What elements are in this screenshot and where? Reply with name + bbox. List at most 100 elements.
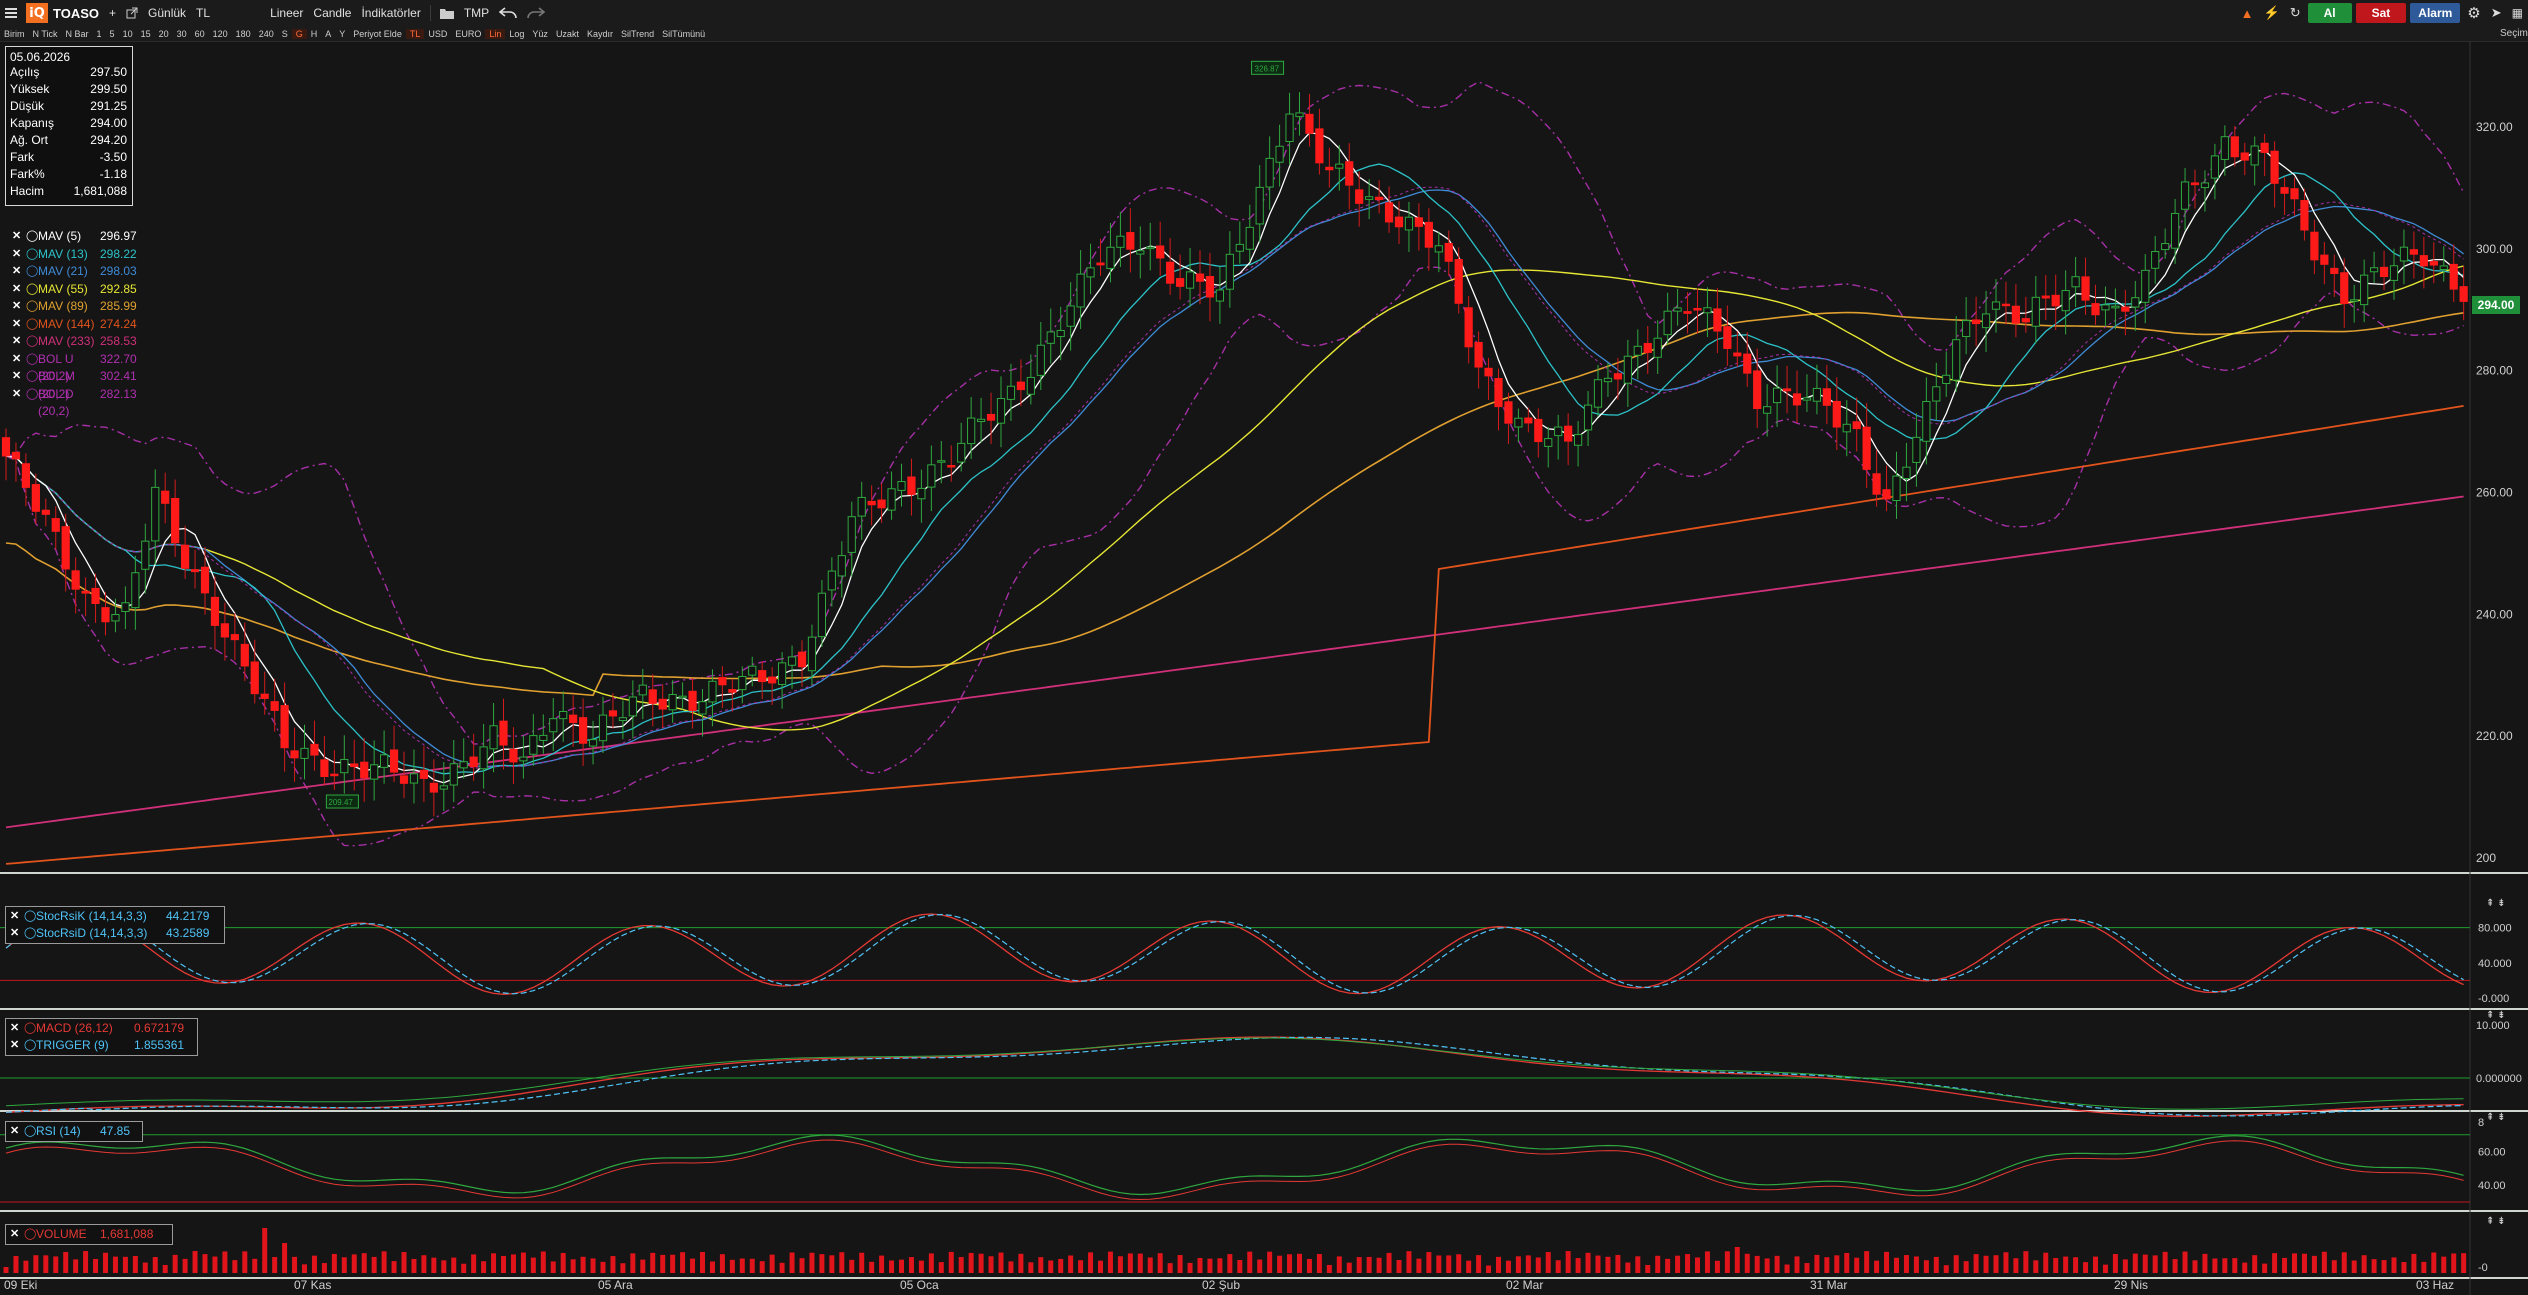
period-option[interactable]: SilTümünü [658,29,709,39]
candle-body [1404,216,1414,231]
period-option[interactable]: Y [335,29,349,39]
remove-icon[interactable]: ✕ [10,1020,24,1037]
period-option[interactable]: A [321,29,335,39]
chart-type-selector[interactable]: Candle [308,2,356,24]
settings-icon[interactable]: ◯ [26,263,38,281]
period-selector[interactable]: Günlük [143,2,191,24]
refresh-icon[interactable]: ↻ [2285,2,2306,24]
settings-icon[interactable]: ◯ [26,333,38,351]
period-option[interactable]: EURO [451,29,485,39]
external-link-icon[interactable] [121,2,143,24]
volume-bar [1744,1253,1750,1273]
settings-icon[interactable]: ◯ [26,316,38,334]
remove-icon[interactable]: ✕ [12,368,26,386]
period-option[interactable]: 1 [93,29,106,39]
settings-icon[interactable]: ◯ [24,1226,36,1243]
folder-icon[interactable] [435,2,459,24]
settings-icon[interactable]: ◯ [24,1037,36,1054]
period-option[interactable]: G [291,28,307,39]
remove-icon[interactable]: ✕ [10,1226,24,1243]
settings-icon[interactable]: ◯ [26,281,38,299]
remove-icon[interactable]: ✕ [12,298,26,316]
candle-body [738,676,747,691]
volume-bar [859,1252,865,1273]
buy-button[interactable]: Al [2307,3,2352,23]
period-option[interactable]: Uzakt [552,29,583,39]
period-option[interactable]: 5 [106,29,119,39]
share-icon[interactable]: ➤ [2486,2,2507,24]
period-option[interactable]: 30 [173,29,191,39]
candle-body [360,761,369,779]
period-option[interactable]: H [307,29,322,39]
settings-icon[interactable]: ◯ [26,368,38,386]
period-option[interactable]: N Tick [29,29,62,39]
settings-icon[interactable]: ◯ [24,1123,36,1140]
period-option[interactable]: S [278,29,292,39]
period-option[interactable]: 240 [255,29,278,39]
layout-icon[interactable]: ▦ [2507,2,2528,24]
remove-icon[interactable]: ✕ [10,1037,24,1054]
indicators-menu[interactable]: İndikatörler [356,2,425,24]
remove-icon[interactable]: ✕ [12,351,26,369]
period-option[interactable]: Periyot Elde [349,29,406,39]
remove-icon[interactable]: ✕ [12,333,26,351]
chart-canvas[interactable]: 320.00 300.00 280.00 260.00 240.00 220.00 200 3… [0,42,2528,1295]
remove-icon[interactable]: ✕ [12,246,26,264]
settings-icon[interactable]: ◯ [24,925,36,942]
gear-icon[interactable]: ⚙ [2462,2,2485,24]
settings-icon[interactable]: ◯ [24,908,36,925]
low-marker-label: 209.47 [328,798,353,807]
sell-button[interactable]: Sat [2355,3,2407,23]
volume-bar [2242,1262,2248,1273]
panel-scroll-icon: ⇞ ⇟ [2486,1216,2506,1227]
period-option[interactable]: SilTrend [617,29,658,39]
settings-icon[interactable]: ◯ [26,246,38,264]
redo-icon[interactable] [522,2,550,24]
period-option[interactable]: Log [505,29,528,39]
remove-icon[interactable]: ✕ [10,925,24,942]
settings-icon[interactable]: ◯ [26,298,38,316]
volume-bar [83,1251,89,1273]
selection-label[interactable]: Seçim [2500,28,2528,39]
period-option[interactable]: Kaydır [583,29,617,39]
period-option[interactable]: USD [424,29,451,39]
period-option[interactable]: Lin [485,28,506,39]
remove-icon[interactable]: ✕ [10,1123,24,1140]
remove-icon[interactable]: ✕ [12,386,26,404]
alarm-button[interactable]: Alarm [2410,3,2461,23]
info-label: Yüksek [10,82,50,96]
period-option[interactable]: 10 [119,29,137,39]
period-option[interactable]: Birim [0,29,29,39]
settings-icon[interactable]: ◯ [26,351,38,369]
period-option[interactable]: TL [405,28,425,39]
template-button[interactable]: TMP [459,2,494,24]
currency-selector[interactable]: TL [191,2,215,24]
lightning-icon[interactable]: ⚡ [2259,2,2285,24]
period-option[interactable]: Yüz [528,29,552,39]
legend-row: ✕ ◯ StocRsiD (14,14,3,3) 43.2589 [10,925,220,942]
symbol-name[interactable]: TOASO [48,2,104,24]
scale-selector[interactable]: Lineer [265,2,308,24]
settings-icon[interactable]: ◯ [24,1020,36,1037]
settings-icon[interactable]: ◯ [26,228,38,246]
period-option[interactable]: 180 [232,29,255,39]
period-option[interactable]: 20 [155,29,173,39]
period-option[interactable]: N Bar [62,29,93,39]
menu-icon[interactable] [0,2,22,24]
remove-icon[interactable]: ✕ [12,228,26,246]
remove-icon[interactable]: ✕ [12,263,26,281]
remove-icon[interactable]: ✕ [12,281,26,299]
volume-bar [341,1257,347,1273]
candle-body [2270,150,2279,184]
settings-icon[interactable]: ◯ [26,386,38,404]
period-option[interactable]: 60 [191,29,209,39]
undo-icon[interactable] [494,2,522,24]
flame-icon[interactable]: ▲ [2236,2,2259,24]
add-symbol-button[interactable]: + [104,2,121,24]
volume-bar [759,1261,765,1273]
legend-row: ✕ ◯ TRIGGER (9) 1.855361 [10,1037,193,1054]
remove-icon[interactable]: ✕ [10,908,24,925]
period-option[interactable]: 15 [137,29,155,39]
period-option[interactable]: 120 [209,29,232,39]
remove-icon[interactable]: ✕ [12,316,26,334]
